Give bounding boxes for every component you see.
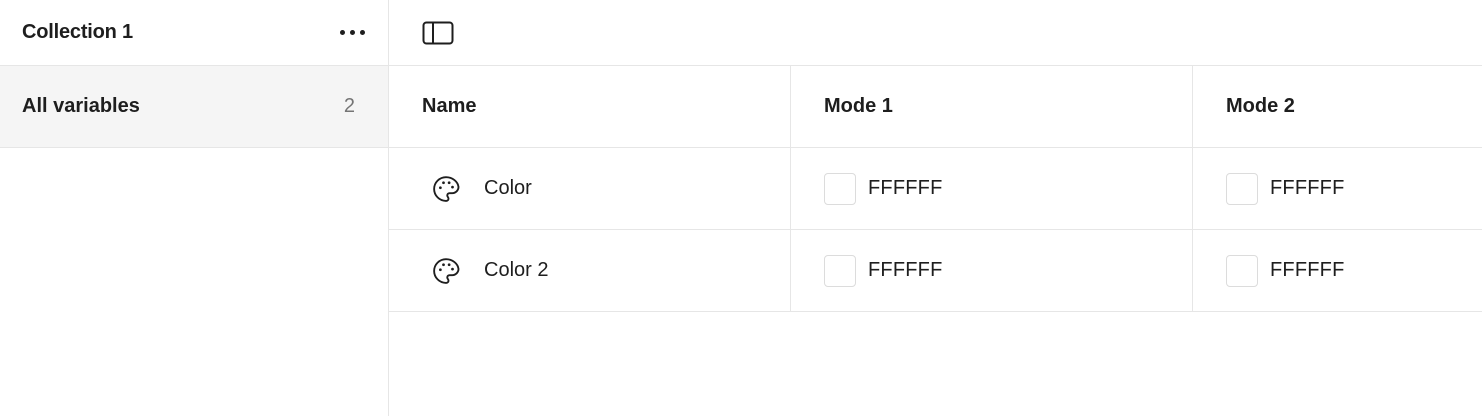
palette-icon bbox=[430, 255, 462, 287]
variables-main: Name Mode 1 Mode 2 Color FFFFFF FFFFFF C… bbox=[389, 0, 1482, 416]
table-row[interactable]: Color 2 FFFFFF FFFFFF bbox=[389, 230, 1482, 312]
sidebar-header: Collection 1 bbox=[0, 0, 388, 66]
column-header-mode-2[interactable]: Mode 2 bbox=[1193, 66, 1482, 147]
mode-1-value-cell[interactable]: FFFFFF bbox=[791, 230, 1193, 311]
palette-icon bbox=[430, 173, 462, 205]
sidebar-item-all-variables[interactable]: All variables 2 bbox=[0, 66, 388, 148]
more-dot bbox=[359, 30, 365, 35]
more-dot bbox=[349, 30, 355, 35]
table-header: Name Mode 1 Mode 2 bbox=[389, 66, 1482, 148]
color-swatch[interactable] bbox=[824, 254, 856, 287]
sidebar-toggle-icon[interactable] bbox=[421, 19, 455, 47]
mode-2-value-cell[interactable]: FFFFFF bbox=[1193, 230, 1482, 311]
column-header-label: Name bbox=[422, 95, 477, 117]
column-header-mode-1[interactable]: Mode 1 bbox=[791, 66, 1193, 147]
collection-title[interactable]: Collection 1 bbox=[22, 21, 133, 44]
column-header-name[interactable]: Name bbox=[389, 66, 791, 147]
color-swatch[interactable] bbox=[1226, 254, 1258, 287]
column-header-label: Mode 1 bbox=[824, 95, 893, 117]
mode-2-value-cell[interactable]: FFFFFF bbox=[1193, 148, 1482, 229]
color-value: FFFFFF bbox=[868, 259, 943, 281]
color-value: FFFFFF bbox=[1270, 259, 1345, 281]
sidebar-item-label: All variables bbox=[22, 95, 140, 117]
variable-name: Color 2 bbox=[484, 259, 549, 281]
toolbar bbox=[389, 0, 1482, 66]
table-row[interactable]: Color FFFFFF FFFFFF bbox=[389, 148, 1482, 230]
mode-1-value-cell[interactable]: FFFFFF bbox=[791, 148, 1193, 229]
color-value: FFFFFF bbox=[868, 177, 943, 199]
variable-name: Color bbox=[484, 177, 532, 199]
variable-name-cell[interactable]: Color 2 bbox=[389, 230, 791, 311]
sidebar-item-count: 2 bbox=[343, 95, 355, 117]
column-header-label: Mode 2 bbox=[1226, 95, 1295, 117]
color-value: FFFFFF bbox=[1270, 177, 1345, 199]
more-dot bbox=[339, 30, 345, 35]
more-options-icon[interactable] bbox=[334, 21, 370, 45]
variable-name-cell[interactable]: Color bbox=[389, 148, 791, 229]
sidebar: Collection 1 All variables 2 bbox=[0, 0, 389, 416]
color-swatch[interactable] bbox=[824, 172, 856, 205]
color-swatch[interactable] bbox=[1226, 172, 1258, 205]
